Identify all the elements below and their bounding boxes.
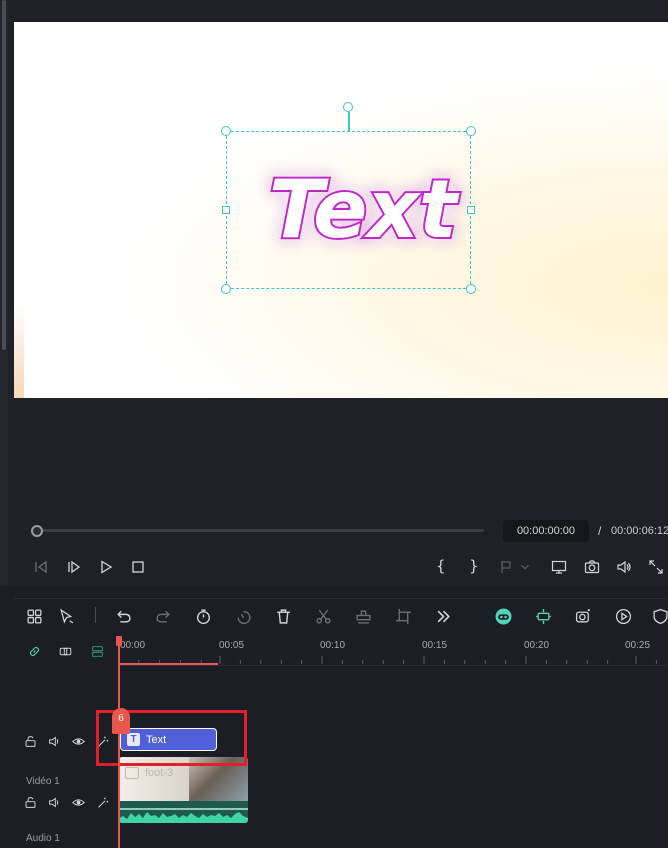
playhead-handle[interactable] [116, 636, 122, 646]
fullscreen-icon[interactable] [646, 557, 666, 577]
timeline-ruler[interactable] [118, 636, 668, 666]
playback-scrubber-knob[interactable] [31, 525, 43, 537]
marker-icon[interactable] [496, 557, 516, 577]
shield-icon[interactable] [650, 606, 668, 626]
track-audio-icon[interactable] [46, 794, 62, 810]
track-audio-icon[interactable] [46, 733, 62, 749]
video-clip[interactable]: foot-3 [119, 757, 248, 823]
display-icon[interactable] [549, 557, 569, 577]
ruler-baseline [118, 665, 668, 666]
next-frame-icon[interactable] [64, 557, 84, 577]
resize-handle-bottom-right[interactable] [466, 284, 476, 294]
crop-icon[interactable] [393, 606, 413, 626]
ruler-tick-label: 00:05 [219, 640, 245, 651]
current-time-display[interactable]: 00:00:00:00 [503, 520, 589, 542]
undo-icon[interactable] [113, 606, 133, 626]
play-icon[interactable] [96, 557, 116, 577]
previous-frame-icon[interactable] [31, 557, 51, 577]
chevron-down-icon[interactable] [518, 557, 532, 577]
delete-icon[interactable] [273, 606, 293, 626]
ruler-tick-label: 00:15 [422, 640, 448, 651]
preview-canvas[interactable]: Text [14, 22, 668, 398]
video-editor-window: Text 00:00:00:00 / 00:00:06:12 {} 00:00… [0, 0, 668, 848]
scrollbar-thumb[interactable] [2, 0, 6, 350]
time-separator: / [598, 524, 602, 538]
resize-handle-top-right[interactable] [466, 126, 476, 136]
more-icon[interactable] [433, 606, 453, 626]
track-layout-icon[interactable] [89, 643, 105, 659]
split-icon[interactable] [313, 606, 333, 626]
volume-icon[interactable] [614, 557, 634, 577]
mark-in-button[interactable]: { [436, 557, 446, 575]
resize-handle-right[interactable] [467, 206, 475, 214]
total-duration: 00:00:06:12 [611, 525, 668, 537]
playback-scrubber-track[interactable] [36, 529, 484, 532]
snapshot-icon[interactable] [582, 557, 602, 577]
link-icon[interactable] [26, 643, 42, 659]
ruler-tick-label: 00:20 [524, 640, 550, 651]
video-clip-name: foot-3 [145, 767, 174, 779]
track-label-audio: Audio 1 [26, 833, 60, 844]
speed-icon[interactable] [193, 606, 213, 626]
rotate-handle-stem [348, 112, 350, 131]
ai-face-icon[interactable] [493, 606, 513, 626]
resize-handle-left[interactable] [222, 206, 230, 214]
preview-panel: Text 00:00:00:00 / 00:00:06:12 {} [0, 0, 668, 586]
video-clip-icon [125, 767, 139, 779]
preview-top-strip [14, 0, 668, 22]
clip-audio-waveform [119, 801, 248, 823]
track-label-video: Vidéo 1 [26, 776, 60, 787]
group-clips-icon[interactable] [57, 643, 73, 659]
camera-effects-icon[interactable] [573, 606, 593, 626]
ruler-tick-label: 00:10 [320, 640, 346, 651]
resize-handle-top-left[interactable] [221, 126, 231, 136]
rotate-handle[interactable] [343, 102, 353, 112]
grid-icon[interactable] [24, 606, 44, 626]
detach-audio-icon[interactable] [353, 606, 373, 626]
playback-circle-icon[interactable] [613, 606, 633, 626]
selection-box[interactable] [226, 131, 471, 289]
ruler-tick-label: 00:00 [120, 640, 146, 651]
toolbar-divider [95, 607, 96, 623]
ai-stabilize-icon[interactable] [533, 606, 553, 626]
ruler-tick-label: 00:25 [625, 640, 651, 651]
track-lock-icon[interactable] [22, 794, 38, 810]
left-scrollbar[interactable] [0, 0, 8, 586]
track-visibility-icon[interactable] [70, 794, 86, 810]
redo-icon[interactable] [153, 606, 173, 626]
resize-handle-bottom-left[interactable] [221, 284, 231, 294]
canvas-light-leak [14, 302, 24, 398]
track-magic-icon[interactable] [94, 794, 110, 810]
ai-speed-icon[interactable] [233, 606, 253, 626]
mark-out-button[interactable]: } [469, 557, 479, 575]
track-lock-icon[interactable] [22, 733, 38, 749]
playhead-line[interactable] [118, 636, 120, 848]
playhead-badge: 6 [112, 708, 130, 734]
stop-icon[interactable] [128, 557, 148, 577]
track-visibility-icon[interactable] [70, 733, 86, 749]
select-arrow-icon[interactable] [56, 606, 76, 626]
work-area-range[interactable] [120, 663, 218, 665]
